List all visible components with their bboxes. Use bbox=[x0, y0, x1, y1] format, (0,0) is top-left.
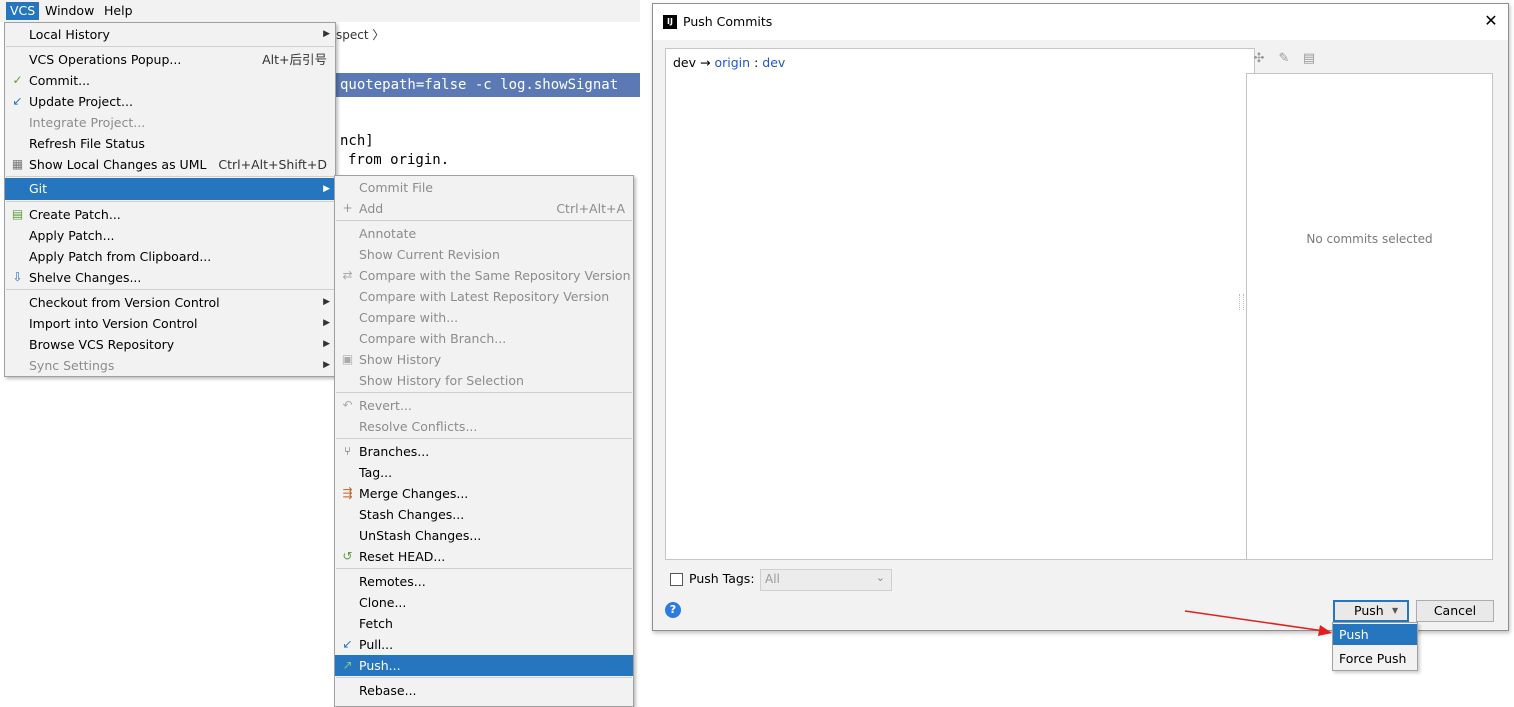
terminal-line: from origin. bbox=[348, 152, 450, 168]
arrow-right-icon: → bbox=[700, 55, 711, 70]
push-tags-value: All bbox=[765, 572, 780, 586]
plus-icon: + bbox=[342, 201, 353, 215]
menu-window[interactable]: Window bbox=[41, 2, 98, 20]
popup-item-push[interactable]: Push bbox=[1333, 624, 1417, 645]
update-icon: ↙ bbox=[12, 94, 23, 108]
menu-item-apply-patch-clipboard[interactable]: Apply Patch from Clipboard... bbox=[5, 246, 335, 267]
menu-item-update-project[interactable]: ↙ Update Project... bbox=[5, 91, 335, 112]
menu-item-unstash-changes[interactable]: UnStash Changes... bbox=[335, 525, 633, 546]
menu-item-commit[interactable]: ✓ Commit... bbox=[5, 70, 335, 91]
push-icon: ↗ bbox=[342, 658, 353, 672]
commit-icon: ✓ bbox=[12, 73, 23, 87]
menu-item-fetch[interactable]: Fetch bbox=[335, 613, 633, 634]
annotation-arrow bbox=[1184, 610, 1332, 636]
menu-item-compare-with-branch[interactable]: Compare with Branch... bbox=[335, 328, 633, 349]
menu-item-show-local-changes-uml[interactable]: ▦ Show Local Changes as UML Ctrl+Alt+Shift… bbox=[5, 154, 335, 175]
menu-item-commit-file[interactable]: Commit File bbox=[335, 177, 633, 198]
menu-item-show-history[interactable]: ▣ Show History bbox=[335, 349, 633, 370]
branch-separator: : bbox=[754, 55, 759, 70]
dialog-titlebar: IJ Push Commits ✕ bbox=[653, 4, 1508, 40]
edit-source-icon[interactable]: ✎ bbox=[1275, 50, 1293, 68]
branch-icon: ⑂ bbox=[343, 444, 352, 458]
patch-icon: ▤ bbox=[11, 207, 24, 221]
uml-icon: ▦ bbox=[11, 157, 24, 171]
push-tags-label: Push Tags: bbox=[689, 571, 755, 586]
menu-item-browse-vcs[interactable]: Browse VCS Repository ▶ bbox=[5, 334, 335, 355]
menu-item-checkout-vcs[interactable]: Checkout from Version Control ▶ bbox=[5, 292, 335, 313]
terminal-selected-line: quotepath=false -c log.showSignat bbox=[336, 73, 640, 97]
menu-item-stash-changes[interactable]: Stash Changes... bbox=[335, 504, 633, 525]
shelve-icon: ⇩ bbox=[12, 270, 23, 284]
cancel-button[interactable]: Cancel bbox=[1416, 600, 1494, 622]
menu-item-resolve-conflicts[interactable]: Resolve Conflicts... bbox=[335, 416, 633, 437]
menubar: VCS Window Help bbox=[0, 0, 640, 22]
close-button[interactable]: ✕ bbox=[1481, 11, 1501, 31]
menu-item-import-vcs[interactable]: Import into Version Control ▶ bbox=[5, 313, 335, 334]
intellij-icon: IJ bbox=[663, 15, 677, 29]
push-button-label: Push bbox=[1354, 603, 1384, 618]
chevron-down-icon: ⌄ bbox=[875, 571, 885, 584]
git-submenu: Commit File + Add Ctrl+Alt+A Annotate Show… bbox=[334, 175, 634, 707]
history-icon: ▣ bbox=[341, 352, 354, 366]
revert-icon: ↶ bbox=[342, 398, 353, 412]
reset-icon: ↺ bbox=[342, 549, 353, 563]
commit-details-panel: No commits selected bbox=[1246, 73, 1493, 560]
menu-item-refresh-file-status[interactable]: Refresh File Status bbox=[5, 133, 335, 154]
push-button[interactable]: Push ▼ bbox=[1333, 600, 1409, 622]
push-commits-dialog: IJ Push Commits ✕ dev → origin : dev ✣ ✎… bbox=[652, 3, 1509, 631]
popup-item-force-push[interactable]: Force Push bbox=[1333, 648, 1417, 669]
menu-item-branches[interactable]: ⑂ Branches... bbox=[335, 441, 633, 462]
menu-item-rebase[interactable]: Rebase... bbox=[335, 680, 633, 701]
menu-item-compare-with[interactable]: Compare with... bbox=[335, 307, 633, 328]
menu-item-remotes[interactable]: Remotes... bbox=[335, 571, 633, 592]
menu-item-shelve-changes[interactable]: ⇩ Shelve Changes... bbox=[5, 267, 335, 288]
push-tags-checkbox[interactable] bbox=[670, 573, 683, 586]
no-commits-message: No commits selected bbox=[1306, 232, 1433, 246]
cherry-pick-icon[interactable]: ✣ bbox=[1250, 50, 1268, 68]
menu-item-integrate-project[interactable]: Integrate Project... bbox=[5, 112, 335, 133]
menu-item-create-patch[interactable]: ▤ Create Patch... bbox=[5, 204, 335, 225]
pull-icon: ↙ bbox=[342, 637, 353, 651]
menu-item-git[interactable]: Git ▶ bbox=[5, 178, 335, 200]
menu-item-pull[interactable]: ↙ Pull... bbox=[335, 634, 633, 655]
branch-tree-panel: dev → origin : dev bbox=[665, 48, 1255, 560]
compare-icon: ⇄ bbox=[342, 268, 353, 282]
menu-help[interactable]: Help bbox=[100, 2, 137, 20]
terminal-line: nch] bbox=[340, 133, 374, 149]
menu-item-tag[interactable]: Tag... bbox=[335, 462, 633, 483]
dropdown-arrow-icon[interactable]: ▼ bbox=[1392, 601, 1398, 621]
menu-item-compare-latest-repo[interactable]: Compare with Latest Repository Version bbox=[335, 286, 633, 307]
dialog-title: Push Commits bbox=[683, 14, 773, 29]
splitter-handle[interactable] bbox=[1239, 294, 1244, 310]
menu-item-local-history[interactable]: Local History ▶ bbox=[5, 24, 335, 45]
menu-item-push[interactable]: ↗ Push... bbox=[335, 655, 633, 676]
local-branch: dev bbox=[673, 55, 697, 70]
menu-item-sync-settings[interactable]: Sync Settings ▶ bbox=[5, 355, 335, 376]
push-tags-select[interactable]: All ⌄ bbox=[760, 569, 892, 591]
menu-item-merge-changes[interactable]: ⇶ Merge Changes... bbox=[335, 483, 633, 504]
menu-item-annotate[interactable]: Annotate bbox=[335, 223, 633, 244]
merge-icon: ⇶ bbox=[342, 486, 353, 500]
branch-row[interactable]: dev → origin : dev bbox=[673, 55, 785, 70]
menu-item-reset-head[interactable]: ↺ Reset HEAD... bbox=[335, 546, 633, 567]
menu-item-compare-same-repo[interactable]: ⇄ Compare with the Same Repository Versio… bbox=[335, 265, 633, 286]
menu-item-add[interactable]: + Add Ctrl+Alt+A bbox=[335, 198, 633, 219]
menu-item-clone[interactable]: Clone... bbox=[335, 592, 633, 613]
menu-item-show-current-revision[interactable]: Show Current Revision bbox=[335, 244, 633, 265]
expand-icon[interactable]: ▤ bbox=[1300, 50, 1318, 68]
target-branch-link[interactable]: dev bbox=[762, 55, 785, 70]
breadcrumb: spect 〉 bbox=[336, 28, 385, 42]
menu-item-revert[interactable]: ↶ Revert... bbox=[335, 395, 633, 416]
menu-item-show-history-selection[interactable]: Show History for Selection bbox=[335, 370, 633, 391]
vcs-menu: Local History ▶ VCS Operations Popup... Al… bbox=[4, 22, 336, 377]
menu-vcs[interactable]: VCS bbox=[6, 2, 40, 20]
help-icon[interactable]: ? bbox=[665, 602, 681, 618]
menu-item-vcs-operations-popup[interactable]: VCS Operations Popup... Alt+后引号 bbox=[5, 49, 335, 70]
remote-name-link[interactable]: origin bbox=[714, 55, 750, 70]
breadcrumb-text: spect bbox=[336, 28, 369, 42]
menu-item-apply-patch[interactable]: Apply Patch... bbox=[5, 225, 335, 246]
push-options-popup: Push Force Push bbox=[1332, 622, 1418, 671]
